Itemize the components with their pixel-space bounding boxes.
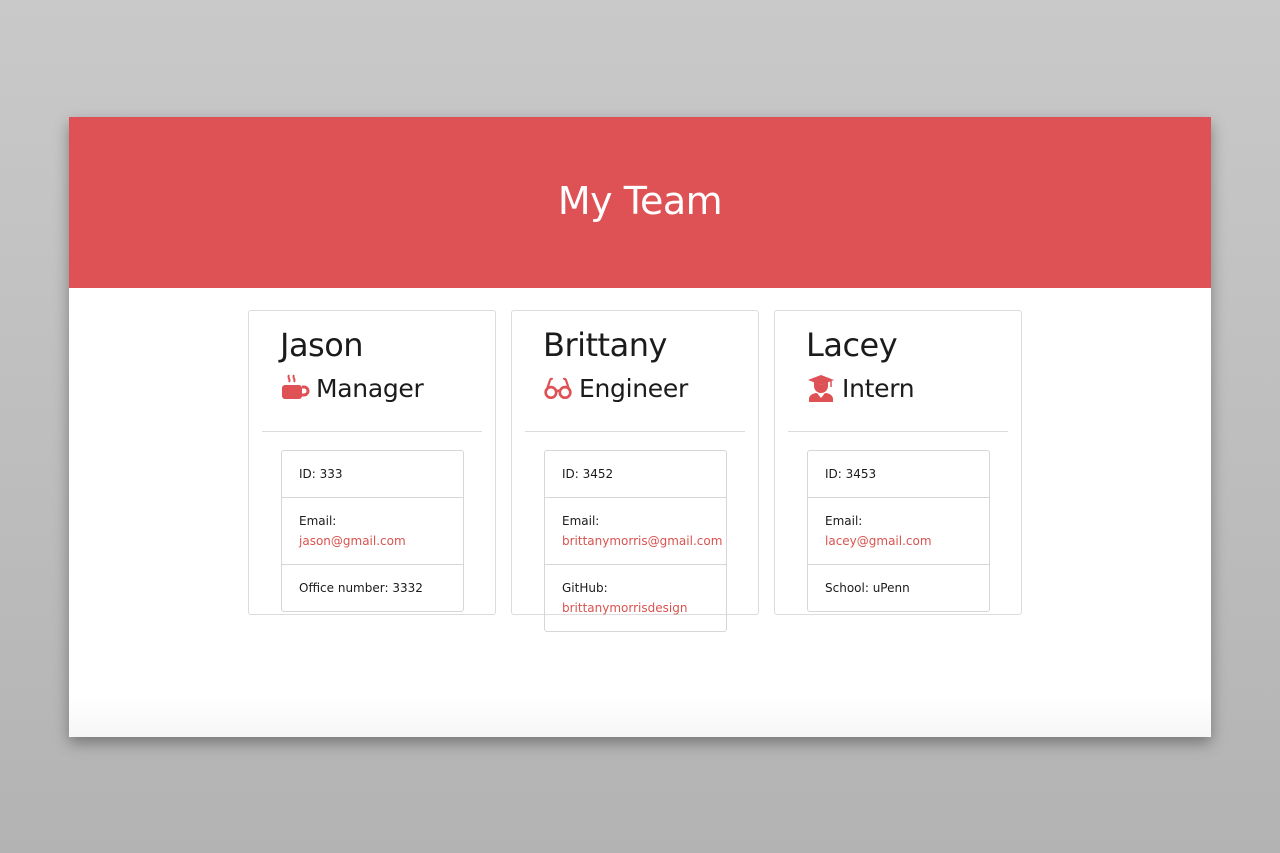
employee-name: Brittany [543, 326, 667, 364]
detail-email: Email: lacey@gmail.com [808, 498, 989, 565]
browser-window: My Team Jason Manager ID: 333 Email: jas… [69, 117, 1211, 737]
coffee-mug-icon [280, 373, 310, 403]
employee-role: Engineer [543, 373, 745, 403]
github-link[interactable]: brittanymorrisdesign [562, 601, 687, 615]
email-link[interactable]: brittanymorris@gmail.com [562, 534, 722, 548]
page-title: My Team [557, 178, 723, 223]
detail-github: GitHub: brittanymorrisdesign [562, 581, 688, 615]
detail-id: ID: 3452 [545, 451, 726, 498]
employee-name: Lacey [806, 326, 898, 364]
employee-card-intern: Lacey Intern ID: 3453 Email: lacey@gmail… [774, 310, 1022, 615]
card-header: Jason Manager [262, 311, 482, 432]
detail-school: School: uPenn [825, 581, 910, 595]
employee-card-manager: Jason Manager ID: 333 Email: jason@gmail… [248, 310, 496, 615]
role-label: Engineer [579, 373, 688, 403]
detail-email: Email: brittanymorris@gmail.com [545, 498, 726, 565]
employee-details: ID: 3453 Email: lacey@gmail.com School: … [807, 450, 990, 612]
detail-email: Email: jason@gmail.com [282, 498, 463, 565]
page-header: My Team [69, 117, 1211, 288]
employee-role: Intern [806, 373, 1008, 403]
card-header: Brittany Engineer [525, 311, 745, 432]
role-label: Intern [842, 373, 915, 403]
employee-card-engineer: Brittany Engineer ID: 3452 Email: britta… [511, 310, 759, 632]
team-cards: Jason Manager ID: 333 Email: jason@gmail… [248, 310, 1022, 632]
detail-id: ID: 3453 [808, 451, 989, 498]
card-header: Lacey Intern [788, 311, 1008, 432]
email-link[interactable]: jason@gmail.com [299, 534, 406, 548]
glasses-icon [543, 373, 573, 403]
detail-office: Office number: 3332 [299, 581, 423, 595]
employee-details: ID: 333 Email: jason@gmail.com Office nu… [281, 450, 464, 612]
employee-role: Manager [280, 373, 482, 403]
employee-name: Jason [280, 326, 364, 364]
employee-details: ID: 3452 Email: brittanymorris@gmail.com… [544, 450, 727, 632]
role-label: Manager [316, 373, 424, 403]
bottom-fade [69, 697, 1211, 737]
graduate-icon [806, 373, 836, 403]
email-link[interactable]: lacey@gmail.com [825, 534, 932, 548]
detail-id: ID: 333 [282, 451, 463, 498]
